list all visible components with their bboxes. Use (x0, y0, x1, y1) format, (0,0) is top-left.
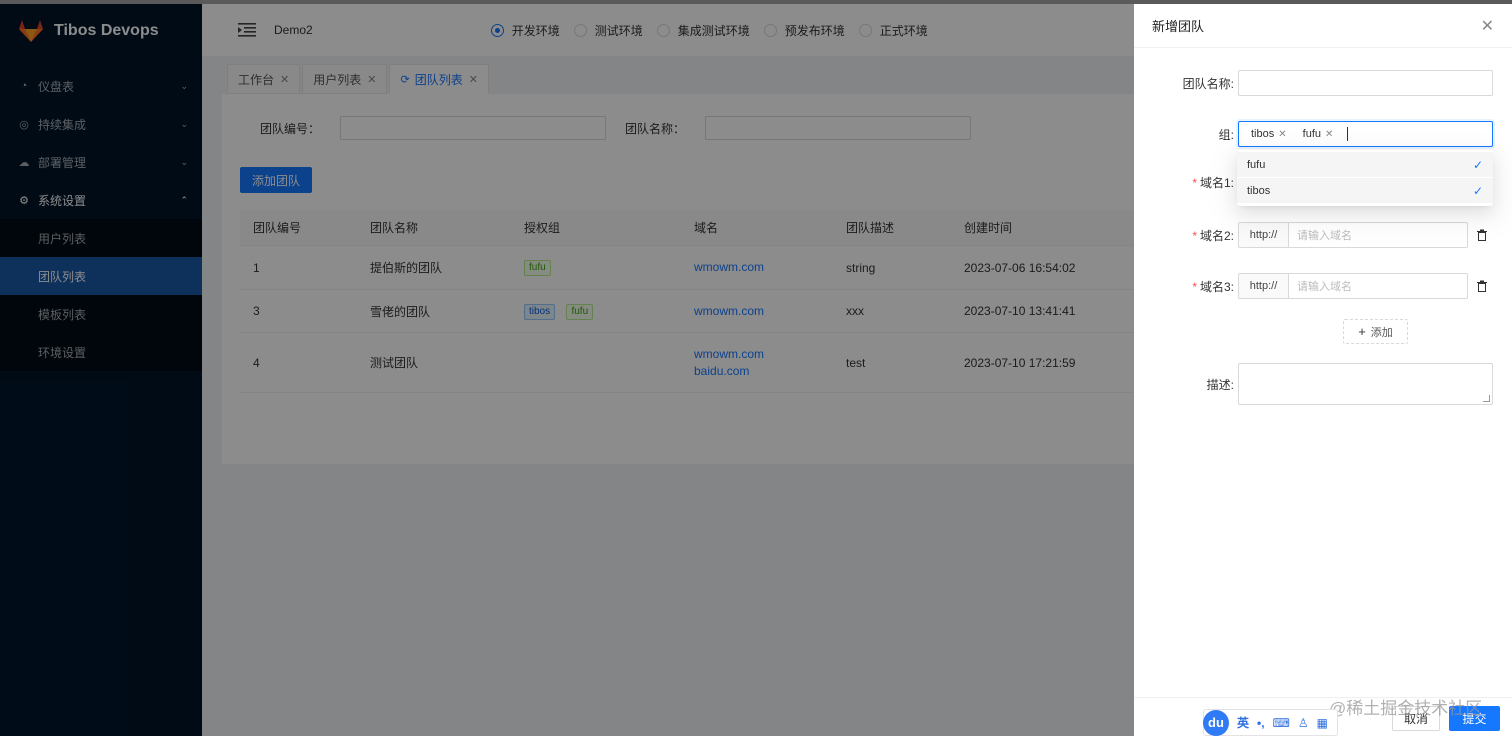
selected-tag: tibos ✕ (1245, 125, 1293, 143)
desc-form-label: 描述: (1206, 377, 1234, 392)
form-row-group: 组: tibos ✕ fufu ✕ (1134, 121, 1493, 147)
watermark: @稀土掘金技术社区 (1329, 699, 1483, 718)
domain2-input[interactable]: 请输入域名 (1288, 222, 1468, 248)
domain2-input-group: http:// 请输入域名 (1238, 222, 1468, 248)
grid-icon[interactable]: ▦ (1317, 716, 1328, 730)
option-label: fufu (1247, 158, 1266, 171)
add-domain-label: 添加 (1370, 326, 1393, 339)
domain3-input[interactable]: 请输入域名 (1288, 273, 1468, 299)
close-icon[interactable]: ✕ (1481, 16, 1494, 36)
close-icon[interactable]: ✕ (1278, 129, 1286, 140)
required-mark: * (1192, 228, 1197, 243)
drawer-header: 新增团队 ✕ (1134, 4, 1512, 48)
form-row-desc: 描述: (1134, 363, 1493, 405)
domain-prefix: http:// (1238, 273, 1288, 299)
drawer-title: 新增团队 (1152, 19, 1205, 34)
option-label: tibos (1247, 184, 1271, 197)
check-icon: ✓ (1472, 157, 1483, 172)
dropdown-option-fufu[interactable]: fufu ✓ (1237, 152, 1493, 177)
team-name-field[interactable] (1238, 70, 1493, 96)
ime-logo[interactable]: du (1203, 709, 1229, 736)
punctuation-icon[interactable]: •, (1257, 716, 1265, 730)
domain1-form-label: * 域名1: (1134, 174, 1238, 191)
form-row-domain2: * 域名2: http:// 请输入域名 (1134, 222, 1488, 248)
group-form-label: 组: (1218, 127, 1234, 142)
add-domain-button[interactable]: + 添加 (1343, 319, 1408, 344)
domain3-label-text: 域名3: (1199, 279, 1234, 294)
dropdown-option-tibos[interactable]: tibos ✓ (1237, 178, 1493, 203)
domain-prefix: http:// (1238, 222, 1288, 248)
window-top-border (0, 0, 1512, 4)
required-mark: * (1192, 176, 1197, 190)
domain3-input-group: http:// 请输入域名 (1238, 273, 1468, 299)
check-icon: ✓ (1472, 183, 1483, 198)
form-row-name: 团队名称: (1134, 70, 1493, 96)
form-row-domain1: * 域名1: (1134, 174, 1238, 191)
group-select[interactable]: tibos ✕ fufu ✕ (1238, 121, 1493, 147)
domain3-form-label: * 域名3: (1134, 278, 1238, 295)
text-caret (1347, 127, 1349, 141)
form-row-domain3: * 域名3: http:// 请输入域名 (1134, 273, 1488, 299)
user-icon[interactable]: ♙ (1298, 716, 1309, 730)
close-icon[interactable]: ✕ (1325, 129, 1333, 140)
required-mark: * (1192, 279, 1197, 294)
domain2-label-text: 域名2: (1199, 228, 1234, 243)
domain2-form-label: * 域名2: (1134, 227, 1238, 244)
selected-tag-label: tibos (1251, 128, 1275, 140)
ime-toolbar: du 英 •, ⌨ ♙ ▦ (1203, 709, 1338, 736)
ime-lang-toggle[interactable]: 英 (1237, 714, 1249, 731)
selected-tag: fufu ✕ (1296, 125, 1340, 143)
delete-icon[interactable] (1476, 229, 1488, 241)
selected-tag-label: fufu (1302, 128, 1321, 140)
desc-textarea[interactable] (1238, 363, 1493, 405)
delete-icon[interactable] (1476, 280, 1488, 292)
group-dropdown: fufu ✓ tibos ✓ (1237, 150, 1493, 206)
plus-icon: + (1358, 324, 1366, 339)
team-name-form-label: 团队名称: (1182, 76, 1234, 91)
add-team-drawer: 新增团队 ✕ 团队名称: 组: tibos ✕ fufu ✕ * 域名1: * 域名2:… (1134, 4, 1512, 736)
drawer-mask[interactable] (0, 0, 1134, 736)
keyboard-icon[interactable]: ⌨ (1273, 716, 1290, 730)
domain1-label-text: 域名1: (1199, 176, 1234, 190)
